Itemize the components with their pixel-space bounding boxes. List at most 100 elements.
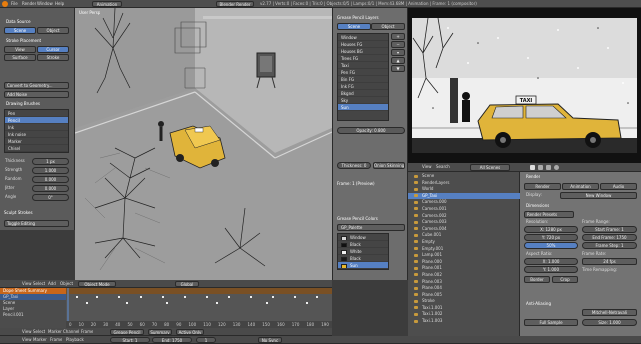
render-button[interactable]: Render bbox=[524, 183, 561, 190]
color-swatch[interactable] bbox=[341, 242, 347, 247]
placement-surface-button[interactable]: Surface bbox=[4, 54, 36, 61]
brush-item[interactable]: Ink bbox=[5, 124, 68, 131]
vp-menu-view[interactable]: View bbox=[22, 281, 32, 287]
gp-onion-toggle[interactable]: Onion Skinning bbox=[373, 162, 405, 169]
add-layer-icon[interactable]: + bbox=[391, 33, 405, 40]
outliner-item[interactable]: Empty bbox=[408, 239, 520, 246]
end-frame-prop-field[interactable]: End Frame: 1750 bbox=[582, 234, 637, 241]
outliner-item[interactable]: RenderLayers bbox=[408, 180, 520, 187]
remove-layer-icon[interactable]: − bbox=[391, 41, 405, 48]
color-swatch[interactable] bbox=[341, 263, 347, 268]
thickness-field[interactable]: 1 px bbox=[32, 158, 69, 165]
gp-frame-label[interactable]: Frame: 1 (Preview) bbox=[337, 181, 375, 187]
full-sample-checkbox[interactable]: Full Sample bbox=[524, 319, 578, 326]
resolution-percent-field[interactable]: 50% bbox=[524, 242, 578, 249]
render-presets-selector[interactable]: Render Presets bbox=[524, 211, 574, 218]
outliner-item[interactable]: Taxi.1.001 bbox=[408, 305, 520, 312]
frame-rate-selector[interactable]: 24 fps bbox=[582, 258, 637, 265]
gp-color-item[interactable]: Black bbox=[338, 255, 388, 262]
outliner-view-menu[interactable]: View bbox=[422, 164, 432, 170]
vp-menu-object[interactable]: Object bbox=[60, 281, 73, 287]
gp-layer-item[interactable]: Window bbox=[338, 34, 388, 41]
tl-menu-frame[interactable]: Frame bbox=[50, 337, 62, 343]
gp-opacity-field[interactable]: Opacity: 0.800 bbox=[337, 127, 405, 134]
end-frame-field[interactable]: End: 1750 bbox=[152, 337, 192, 343]
gp-layer-item[interactable]: Bkgnd bbox=[338, 90, 388, 97]
tl-menu-view[interactable]: View bbox=[22, 337, 32, 343]
ds-mode-selector[interactable]: Grease Pencil bbox=[110, 329, 144, 335]
ds-menu-view[interactable]: View bbox=[22, 329, 32, 335]
gp-thickness-field[interactable]: Thickness: 0 bbox=[337, 162, 371, 169]
aa-filter-selector[interactable]: Mitchell-Netravali bbox=[582, 309, 637, 316]
aa-size-field[interactable]: Size: 1.000 bbox=[582, 319, 637, 326]
ds-menu-frame[interactable]: Frame bbox=[81, 329, 93, 335]
outliner-item[interactable]: Taxi.1.003 bbox=[408, 318, 520, 325]
menu-render[interactable]: Render bbox=[22, 1, 36, 7]
gp-color-item[interactable]: White bbox=[338, 248, 388, 255]
border-checkbox[interactable]: Border bbox=[524, 276, 550, 283]
convert-geometry-button[interactable]: Convert to Geometry... bbox=[4, 82, 69, 89]
section-stroke-placement[interactable]: Stroke Placement bbox=[6, 38, 41, 44]
outliner-item[interactable]: Plane.003 bbox=[408, 279, 520, 286]
gp-layer-item[interactable]: Ink FG bbox=[338, 83, 388, 90]
gp-layer-item[interactable]: Taxi bbox=[338, 62, 388, 69]
tl-menu-marker[interactable]: Marker bbox=[33, 337, 47, 343]
start-frame-field[interactable]: Start: 1 bbox=[110, 337, 150, 343]
gp-layer-item[interactable]: Sky bbox=[338, 97, 388, 104]
render-tab-icon[interactable] bbox=[530, 165, 535, 170]
outliner-item[interactable]: Camera.001 bbox=[408, 206, 520, 213]
source-scene-button[interactable]: Scene bbox=[4, 27, 36, 34]
brush-item[interactable]: Pencil bbox=[5, 117, 68, 124]
source-object-button[interactable]: Object bbox=[37, 27, 69, 34]
ds-summary-toggle[interactable]: Summary bbox=[148, 329, 172, 335]
outliner-item[interactable]: Camera.004 bbox=[408, 226, 520, 233]
gp-palette-selector[interactable]: GP_Palette bbox=[337, 224, 405, 231]
move-up-icon[interactable]: ▲ bbox=[391, 57, 405, 64]
audio-button[interactable]: Audio bbox=[600, 183, 637, 190]
gp-color-item[interactable]: Black bbox=[338, 241, 388, 248]
menu-help[interactable]: Help bbox=[55, 1, 64, 7]
animation-button[interactable]: Animation bbox=[562, 183, 599, 190]
jitter-field[interactable]: 0.000 bbox=[32, 185, 69, 192]
3d-viewport[interactable]: User Persp bbox=[75, 8, 332, 280]
section-anti-aliasing[interactable]: Anti-Aliasing bbox=[526, 301, 551, 307]
object-mode-selector[interactable]: Object Mode bbox=[78, 281, 116, 287]
world-tab-icon[interactable] bbox=[554, 165, 559, 170]
outliner-item[interactable]: Camera.003 bbox=[408, 219, 520, 226]
brush-item[interactable]: Pen bbox=[5, 110, 68, 117]
color-swatch[interactable] bbox=[341, 249, 347, 254]
gp-color-item[interactable]: Window bbox=[338, 234, 388, 241]
outliner-item[interactable]: Plane.000 bbox=[408, 259, 520, 266]
orientation-selector[interactable]: Global bbox=[175, 281, 199, 287]
channel-pencil[interactable]: Pencil.001 bbox=[0, 312, 66, 318]
tl-menu-playback[interactable]: Playback bbox=[66, 337, 84, 343]
layer-specials-icon[interactable]: ▾ bbox=[391, 49, 405, 56]
color-swatch[interactable] bbox=[341, 256, 347, 261]
crop-checkbox[interactable]: Crop bbox=[552, 276, 578, 283]
brush-item[interactable]: Ink noise bbox=[5, 131, 68, 138]
move-down-icon[interactable]: ▼ bbox=[391, 65, 405, 72]
ds-menu-channel[interactable]: Channel bbox=[63, 329, 79, 335]
gp-layer-item[interactable]: Houses BG bbox=[338, 48, 388, 55]
outliner-item[interactable]: GP_Taxi bbox=[408, 192, 520, 200]
toggle-editing-button[interactable]: Toggle Editing bbox=[4, 220, 69, 227]
ds-menu-select[interactable]: Select bbox=[33, 329, 45, 335]
outliner-item[interactable]: Cube.001 bbox=[408, 232, 520, 239]
outliner-item[interactable]: Scene bbox=[408, 173, 520, 180]
section-render[interactable]: Render bbox=[526, 174, 540, 180]
angle-field[interactable]: 0° bbox=[32, 194, 69, 201]
scene-tab-icon[interactable] bbox=[546, 165, 551, 170]
strength-field[interactable]: 1.000 bbox=[32, 167, 69, 174]
gp-layer-item[interactable]: Bin FG bbox=[338, 76, 388, 83]
outliner-item[interactable]: Camera.000 bbox=[408, 199, 520, 206]
outliner-item[interactable]: Plane.002 bbox=[408, 272, 520, 279]
menu-file[interactable]: File bbox=[11, 1, 18, 7]
resolution-x-field[interactable]: X: 1280 px bbox=[524, 226, 578, 233]
menu-window[interactable]: Window bbox=[37, 1, 53, 7]
section-data-source[interactable]: Data Source bbox=[6, 19, 31, 25]
gp-layers-title[interactable]: Grease Pencil Layers bbox=[337, 15, 379, 21]
random-field[interactable]: 0.000 bbox=[32, 176, 69, 183]
ds-menu-marker[interactable]: Marker bbox=[48, 329, 62, 335]
sync-selector[interactable]: No Sync bbox=[258, 337, 282, 343]
render-engine-selector[interactable]: Blender Render bbox=[216, 1, 254, 7]
